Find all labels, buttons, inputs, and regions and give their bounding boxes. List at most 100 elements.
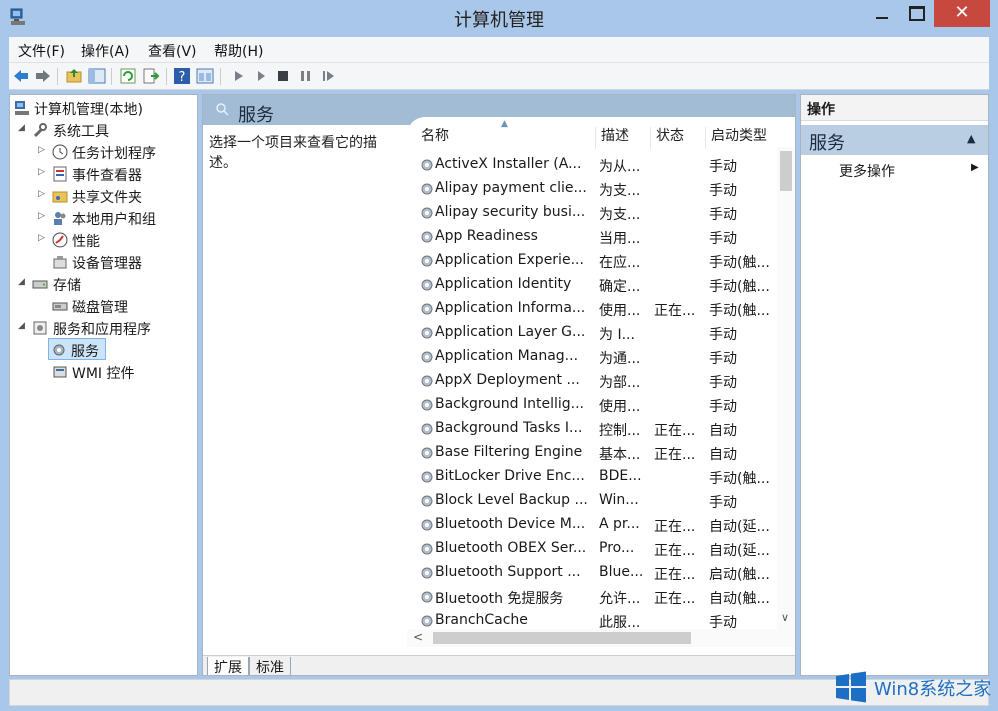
service-description: 使用... <box>599 399 641 415</box>
collapse-arrow-icon[interactable]: ◢ <box>18 123 25 133</box>
tree-item-device-manager[interactable]: 设备管理器 <box>12 251 192 273</box>
stop-icon[interactable] <box>274 67 292 85</box>
service-row[interactable]: Application Manag... 为通... 手动 <box>407 345 777 369</box>
tab-standard[interactable]: 标准 <box>249 657 291 675</box>
tree-item-shared-folders[interactable]: ▷ 共享文件夹 <box>12 185 192 207</box>
gear-icon <box>421 591 433 603</box>
actions-group-services[interactable]: 服务 ▲ <box>801 125 988 155</box>
service-row[interactable]: ActiveX Installer (A... 为从... 手动 <box>407 153 777 177</box>
start-icon[interactable] <box>230 67 248 85</box>
service-row[interactable]: Background Intellig... 使用... 手动 <box>407 393 777 417</box>
service-description: 当用... <box>599 231 641 247</box>
service-startup-type: 自动 <box>709 423 737 439</box>
service-description: 控制... <box>599 423 641 439</box>
service-name: ActiveX Installer (A... <box>435 156 582 172</box>
service-row[interactable]: Application Layer G... 为 I... 手动 <box>407 321 777 345</box>
menu-view[interactable]: 查看(V) <box>148 41 197 61</box>
refresh-icon[interactable] <box>119 67 137 85</box>
back-arrow-icon[interactable] <box>12 67 30 85</box>
service-row[interactable]: AppX Deployment ... 为部... 手动 <box>407 369 777 393</box>
tree-item-services[interactable]: 服务 <box>48 338 106 360</box>
expand-arrow-icon[interactable]: ▷ <box>38 167 45 177</box>
service-description: 为 I... <box>599 327 635 343</box>
service-row[interactable]: Block Level Backup ... Win... 手动 <box>407 489 777 513</box>
expand-arrow-icon[interactable]: ▷ <box>38 189 45 199</box>
service-description: 为支... <box>599 207 641 223</box>
tree-item-wmi-control[interactable]: WMI 控件 <box>12 361 192 383</box>
start-service-icon[interactable] <box>252 67 270 85</box>
service-row[interactable]: Bluetooth OBEX Ser... Pro... 正在... 自动(延... <box>407 537 777 561</box>
collapse-up-icon[interactable]: ▲ <box>967 132 975 145</box>
service-row[interactable]: Bluetooth Support ... Blue... 正在... 启动(触... <box>407 561 777 585</box>
tab-extended[interactable]: 扩展 <box>207 657 249 675</box>
column-header-startup-type[interactable]: 启动类型 <box>711 125 767 151</box>
column-header-status[interactable]: 状态 <box>656 125 684 151</box>
service-row[interactable]: App Readiness 当用... 手动 <box>407 225 777 249</box>
export-list-icon[interactable] <box>142 67 160 85</box>
horizontal-scroll-thumb[interactable] <box>433 632 691 644</box>
local-users-icon <box>54 212 66 225</box>
show-hide-tree-icon[interactable] <box>88 67 106 85</box>
service-status: 正在... <box>654 423 696 439</box>
service-startup-type: 手动(触... <box>709 303 770 319</box>
service-row[interactable]: Application Experie... 在应... 手动(触... <box>407 249 777 273</box>
collapse-arrow-icon[interactable]: ◢ <box>18 277 25 287</box>
horizontal-scrollbar[interactable]: < <box>407 629 795 647</box>
tree-item-services-apps[interactable]: ◢ 服务和应用程序 <box>12 317 192 339</box>
close-button[interactable]: ✕ <box>934 0 990 27</box>
service-name: AppX Deployment ... <box>435 372 580 388</box>
service-description: 为从... <box>599 159 641 175</box>
menu-help[interactable]: 帮助(H) <box>214 41 263 61</box>
service-row[interactable]: Bluetooth 免提服务 允许... 正在... 自动(触... <box>407 585 777 609</box>
service-row[interactable]: BitLocker Drive Enc... BDE... 手动(触... <box>407 465 777 489</box>
vertical-scroll-thumb[interactable] <box>780 151 792 191</box>
service-startup-type: 手动 <box>709 231 737 247</box>
forward-arrow-icon[interactable] <box>34 67 52 85</box>
service-name: Application Manag... <box>435 348 579 364</box>
tree-item-storage[interactable]: ◢ 存储 <box>12 273 192 295</box>
tree-item-performance[interactable]: ▷ 性能 <box>12 229 192 251</box>
scroll-down-arrow-icon[interactable]: ∨ <box>781 611 789 624</box>
minimize-button[interactable] <box>866 0 896 27</box>
service-row[interactable]: Application Informa... 使用... 正在... 手动(触... <box>407 297 777 321</box>
column-header-description[interactable]: 描述 <box>601 125 629 151</box>
tree-item-event-viewer[interactable]: ▷ 事件查看器 <box>12 163 192 185</box>
service-row[interactable]: Bluetooth Device M... A pr... 正在... 自动(延... <box>407 513 777 537</box>
service-row[interactable]: Application Identity 确定... 手动(触... <box>407 273 777 297</box>
tree-item-computer-management[interactable]: 计算机管理(本地) <box>12 97 192 119</box>
tree-item-task-scheduler[interactable]: ▷ 任务计划程序 <box>12 141 192 163</box>
service-row[interactable]: Base Filtering Engine 基本... 正在... 自动 <box>407 441 777 465</box>
submenu-arrow-icon[interactable]: ▶ <box>971 162 979 173</box>
column-header-name[interactable]: 名称 ▲ <box>421 119 508 151</box>
collapse-arrow-icon[interactable]: ◢ <box>18 321 25 331</box>
tree-item-disk-management[interactable]: 磁盘管理 <box>12 295 192 317</box>
column-divider[interactable] <box>650 127 651 149</box>
tree-item-local-users[interactable]: ▷ 本地用户和组 <box>12 207 192 229</box>
menu-action[interactable]: 操作(A) <box>81 41 130 61</box>
service-name: Application Layer G... <box>435 324 586 340</box>
help-icon[interactable]: ? <box>173 67 191 85</box>
restart-icon[interactable] <box>320 67 338 85</box>
service-row[interactable]: Alipay payment clie... 为支... 手动 <box>407 177 777 201</box>
service-row[interactable]: Background Tasks I... 控制... 正在... 自动 <box>407 417 777 441</box>
search-icon <box>216 103 229 116</box>
service-status: 正在... <box>654 567 696 583</box>
service-description: Blue... <box>599 564 644 580</box>
maximize-button[interactable] <box>900 0 930 27</box>
expand-arrow-icon[interactable]: ▷ <box>38 211 45 221</box>
pause-icon[interactable] <box>297 67 315 85</box>
properties-icon[interactable] <box>196 67 214 85</box>
expand-arrow-icon[interactable]: ▷ <box>38 233 45 243</box>
service-description: 使用... <box>599 303 641 319</box>
up-folder-icon[interactable] <box>65 67 83 85</box>
more-actions-link[interactable]: 更多操作 <box>839 161 895 181</box>
service-row[interactable]: Alipay security busi... 为支... 手动 <box>407 201 777 225</box>
gear-icon <box>421 327 433 339</box>
column-divider[interactable] <box>595 127 596 149</box>
column-divider[interactable] <box>705 127 706 149</box>
tree-item-system-tools[interactable]: ◢ 系统工具 <box>12 119 192 141</box>
vertical-scrollbar[interactable]: ∨ <box>777 147 795 629</box>
expand-arrow-icon[interactable]: ▷ <box>38 145 45 155</box>
menu-file[interactable]: 文件(F) <box>18 41 65 61</box>
scroll-left-arrow-icon[interactable]: < <box>413 630 423 644</box>
